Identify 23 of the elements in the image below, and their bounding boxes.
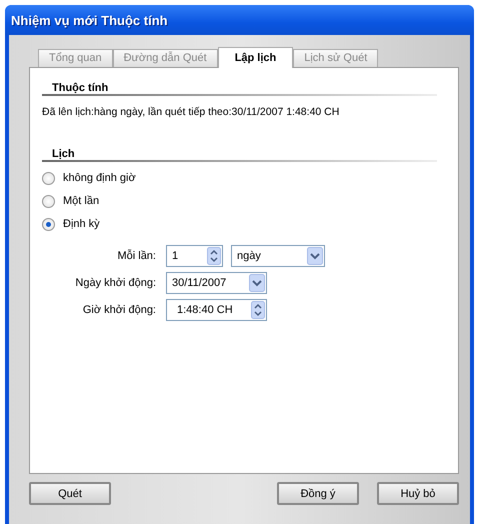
radio-button[interactable] xyxy=(42,172,55,184)
radio-label[interactable]: Định kỳ xyxy=(63,218,100,230)
section-heading: Thuộc tính xyxy=(42,82,437,96)
dialog-button[interactable]: Đồng ý xyxy=(277,482,359,505)
time-spinner[interactable]: 1:48:40 CH xyxy=(166,299,267,321)
section-heading: Lịch xyxy=(42,148,437,162)
number-spinner[interactable]: 1 xyxy=(166,245,223,267)
field-label: Ngày khởi động: xyxy=(74,277,157,289)
radio-button[interactable] xyxy=(42,218,55,230)
field-label: Giờ khởi động: xyxy=(82,304,157,316)
radio-label[interactable]: Một lần xyxy=(63,195,100,207)
radio-button[interactable] xyxy=(42,194,55,208)
dialog-button[interactable]: Quét xyxy=(29,482,111,505)
spinner-arrows-icon[interactable] xyxy=(251,301,265,319)
spinner-arrows-icon[interactable] xyxy=(207,247,221,265)
tab[interactable]: Lập lịch xyxy=(218,47,294,68)
date-picker[interactable]: 30/11/2007 xyxy=(166,272,267,294)
unit-dropdown[interactable]: ngày xyxy=(231,245,325,267)
field-label: Mỗi lần: xyxy=(116,250,157,262)
dialog-button[interactable]: Huỷ bỏ xyxy=(377,482,459,505)
schedule-summary: Đã lên lịch:hàng ngày, lần quét tiếp theo:30/11/2007 1:48:40 CH xyxy=(42,106,340,118)
radio-label[interactable]: không định giờ xyxy=(63,172,136,184)
window-title: Nhiệm vụ mới Thuộc tính xyxy=(11,12,168,28)
